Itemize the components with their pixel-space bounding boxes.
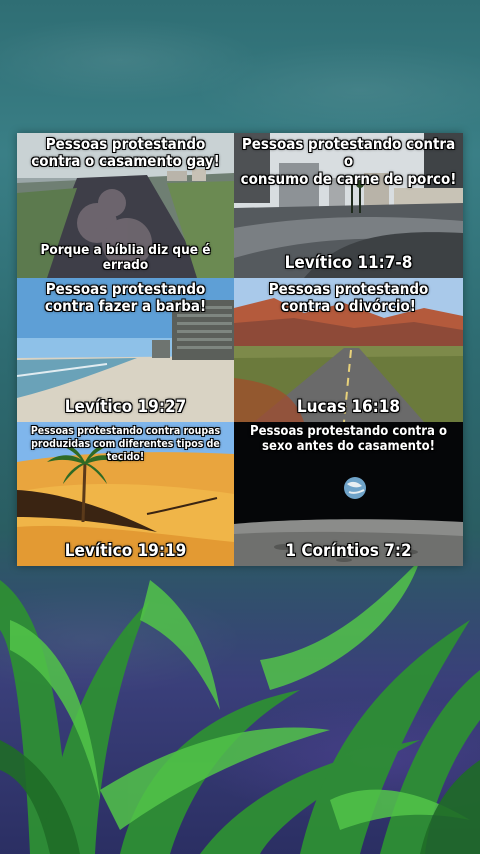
panel-5-top-caption: Pessoas protestando contra roupas produz… (30, 425, 221, 464)
panel-premarital-sex: Pessoas protestando contra o sexo antes … (234, 422, 463, 566)
panel-2-bottom-caption: Levítico 11:7-8 (284, 253, 413, 274)
panel-1-bottom-caption: Porque a bíblia diz que é errado (40, 241, 211, 274)
panel-5-bottom-caption: Levítico 19:19 (64, 541, 187, 562)
panel-4-top-caption: Pessoas protestando contra o divórcio! (268, 280, 429, 316)
seaweed-decoration (0, 560, 480, 854)
panel-3-top-caption: Pessoas protestando contra fazer a barba… (44, 280, 207, 316)
panel-fabrics: Pessoas protestando contra roupas produz… (17, 422, 234, 566)
panel-3-bottom-caption: Levítico 19:27 (64, 397, 187, 418)
panel-2-top-caption: Pessoas protestando contra o consumo de … (240, 135, 457, 188)
meme-collage: Pessoas protestando contra o casamento g… (17, 133, 463, 566)
panel-4-bottom-caption: Lucas 16:18 (296, 397, 401, 418)
panel-crowd-protest: Pessoas protestando contra o casamento g… (17, 133, 234, 278)
panel-divorce: Pessoas protestando contra o divórcio! L… (234, 278, 463, 422)
panel-6-top-caption: Pessoas protestando contra o sexo antes … (250, 424, 447, 454)
panel-6-bottom-caption: 1 Coríntios 7:2 (285, 541, 412, 562)
panel-1-top-caption: Pessoas protestando contra o casamento g… (31, 135, 220, 171)
panel-shaving: Pessoas protestando contra fazer a barba… (17, 278, 234, 422)
panel-pork: Pessoas protestando contra o consumo de … (234, 133, 463, 278)
